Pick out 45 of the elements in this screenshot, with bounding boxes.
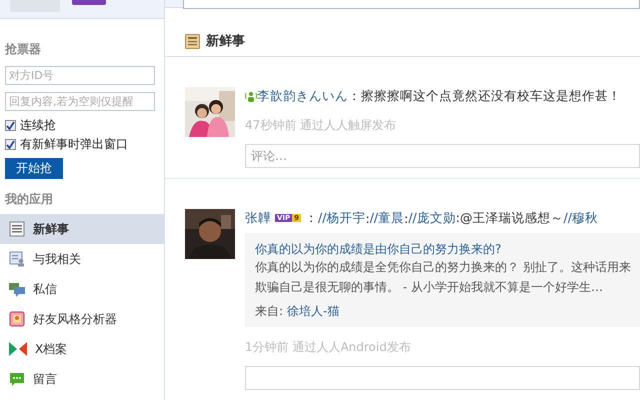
checkbox[interactable] [5,120,16,131]
user-link[interactable]: //杨开宇 [318,210,366,226]
start-button[interactable]: 开始抢 [5,158,63,179]
status-text: ： [305,210,318,226]
user-link[interactable]: 李歆韵きんいん [257,88,348,104]
portrait-frame-icon [9,311,25,327]
comment-field[interactable]: 评论… [245,144,640,168]
article-title[interactable]: 你真的以为你的成绩是由你自己的努力换来的? [255,241,630,257]
user-link[interactable]: //穆秋 [564,210,598,226]
user-link[interactable]: //庞文勋 [408,210,456,226]
input-field[interactable] [183,0,640,9]
app-item[interactable]: 与我相关 [0,244,164,274]
newspaper-icon [185,34,200,48]
app-item[interactable]: 留言 [0,364,164,394]
input-field[interactable]: 对方ID号 [5,66,155,85]
badge-icon [72,0,106,5]
feed-title: 新鲜事 [206,32,245,50]
user-link[interactable]: 张韡 [245,210,271,226]
input-field[interactable]: 回复内容,若为空则仅提醒 [5,92,155,111]
app-item[interactable]: 私信 [0,274,164,304]
status-text: : [365,210,370,226]
post-meta: 1分钟前 通过人人Android发布 [245,339,412,356]
checkbox[interactable] [5,139,16,150]
speech-bubble-icon [9,371,25,387]
source-link[interactable]: 徐培人-猫 [287,301,340,321]
profile-card-icon [9,251,25,267]
app-item[interactable]: X档案 [0,334,164,364]
article-excerpt: 欺骗自己是很无聊的事情。 - 从小学开始我就不算是一个好学生… [255,279,604,296]
checkbox-label: 连续抢 [20,117,56,134]
article-excerpt: 你真的以为你的成绩是全凭你自己的努力换来的？ 别扯了。这种话用来 [255,259,630,276]
x-shape-icon [9,341,27,357]
post-meta: 47秒钟前 通过人人触屏发布 [245,117,398,134]
section-title: 我的应用 [5,191,54,208]
app-item[interactable]: 新鲜事 [0,214,164,244]
status-text: ：擦擦擦啊这个点竟然还没有校车这是想作甚！ [348,88,621,104]
source-label: 来自: [255,303,284,320]
chat-bubbles-icon [9,281,25,297]
comment-field[interactable] [245,366,640,390]
user-link[interactable]: //童晨 [370,210,404,226]
checkbox-label: 有新鲜事时弹出窗口 [20,136,128,153]
section-title: 抢票器 [5,41,42,58]
status-text: :@王泽瑞说感想～ [456,210,564,226]
app-item[interactable]: 好友风格分析器 [0,304,164,334]
list-icon [9,221,25,237]
status-text: : [404,210,408,226]
